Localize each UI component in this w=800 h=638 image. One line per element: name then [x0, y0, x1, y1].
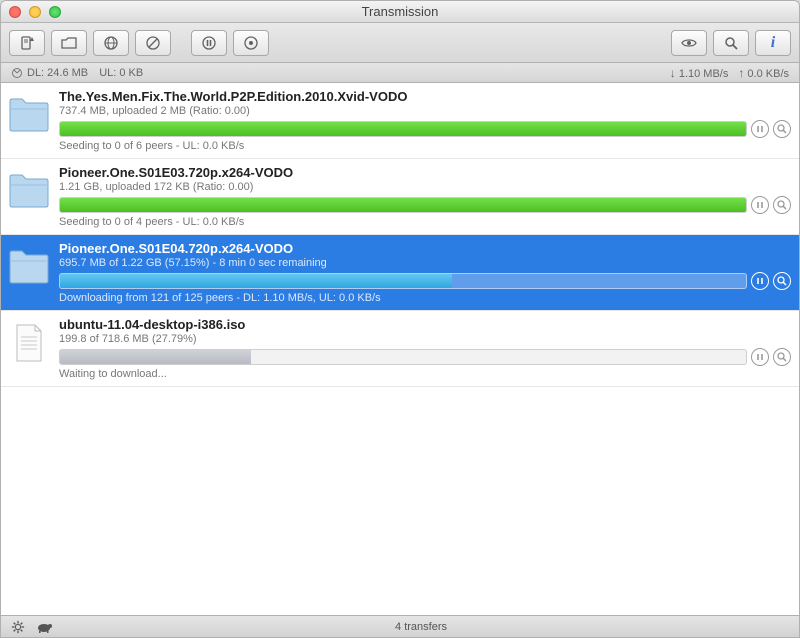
pause-resume-button[interactable]	[751, 120, 769, 138]
create-torrent-button[interactable]	[9, 30, 45, 56]
global-ul-rate: 0.0 KB/s	[747, 68, 789, 80]
remove-button[interactable]	[135, 30, 171, 56]
resume-all-button[interactable]	[233, 30, 269, 56]
transfer-status: Seeding to 0 of 4 peers - UL: 0.0 KB/s	[59, 216, 791, 228]
traffic-lights	[9, 6, 61, 18]
inspector-button[interactable]: i	[755, 30, 791, 56]
transfer-status: Seeding to 0 of 6 peers - UL: 0.0 KB/s	[59, 140, 791, 152]
open-web-button[interactable]	[93, 30, 129, 56]
bottom-bar: 4 transfers	[1, 615, 799, 637]
pause-all-button[interactable]	[191, 30, 227, 56]
transfer-name: ubuntu-11.04-desktop-i386.iso	[59, 317, 791, 332]
folder-icon	[7, 169, 51, 213]
minimize-window-button[interactable]	[29, 6, 41, 18]
transfer-row[interactable]: The.Yes.Men.Fix.The.World.P2P.Edition.20…	[1, 83, 799, 159]
toolbar: i	[1, 23, 799, 63]
ratio-ul-label: UL: 0 KB	[99, 67, 143, 79]
close-window-button[interactable]	[9, 6, 21, 18]
transfer-meta: 737.4 MB, uploaded 2 MB (Ratio: 0.00)	[59, 105, 791, 117]
pause-resume-button[interactable]	[751, 272, 769, 290]
window-title: Transmission	[1, 4, 799, 19]
transfer-row[interactable]: Pioneer.One.S01E03.720p.x264-VODO1.21 GB…	[1, 159, 799, 235]
download-arrow-icon: ↓	[670, 66, 676, 80]
transfer-row[interactable]: Pioneer.One.S01E04.720p.x264-VODO695.7 M…	[1, 235, 799, 311]
reveal-button[interactable]	[773, 272, 791, 290]
quicklook-button[interactable]	[671, 30, 707, 56]
progress-bar	[59, 197, 747, 213]
transfer-row[interactable]: ubuntu-11.04-desktop-i386.iso199.8 of 71…	[1, 311, 799, 387]
transfer-status: Waiting to download...	[59, 368, 791, 380]
progress-bar	[59, 121, 747, 137]
transfer-name: Pioneer.One.S01E03.720p.x264-VODO	[59, 165, 791, 180]
app-window: Transmission i DL: 24.6 MB UL: 0 KB ↓ 1.…	[0, 0, 800, 638]
ratio-icon	[11, 67, 23, 79]
progress-bar	[59, 273, 747, 289]
settings-gear-icon[interactable]	[11, 620, 25, 634]
pause-resume-button[interactable]	[751, 196, 769, 214]
transfer-meta: 199.8 of 718.6 MB (27.79%)	[59, 333, 791, 345]
transfer-meta: 1.21 GB, uploaded 172 KB (Ratio: 0.00)	[59, 181, 791, 193]
transfer-count-label: 4 transfers	[53, 621, 789, 633]
global-dl-rate: 1.10 MB/s	[679, 68, 729, 80]
transfer-status: Downloading from 121 of 125 peers - DL: …	[59, 292, 791, 304]
transfer-meta: 695.7 MB of 1.22 GB (57.15%) - 8 min 0 s…	[59, 257, 791, 269]
open-torrent-button[interactable]	[51, 30, 87, 56]
folder-icon	[7, 245, 51, 289]
transfer-name: The.Yes.Men.Fix.The.World.P2P.Edition.20…	[59, 89, 791, 104]
reveal-button[interactable]	[773, 196, 791, 214]
zoom-window-button[interactable]	[49, 6, 61, 18]
transfer-name: Pioneer.One.S01E04.720p.x264-VODO	[59, 241, 791, 256]
reveal-button[interactable]	[773, 348, 791, 366]
reveal-button[interactable]	[773, 120, 791, 138]
global-status-bar: DL: 24.6 MB UL: 0 KB ↓ 1.10 MB/s ↑ 0.0 K…	[1, 63, 799, 83]
transfer-list[interactable]: The.Yes.Men.Fix.The.World.P2P.Edition.20…	[1, 83, 799, 615]
progress-bar	[59, 349, 747, 365]
title-bar: Transmission	[1, 1, 799, 23]
ratio-dl-label: DL: 24.6 MB	[27, 67, 88, 79]
pause-resume-button[interactable]	[751, 348, 769, 366]
turtle-mode-icon[interactable]	[35, 621, 53, 633]
file-icon	[7, 321, 51, 365]
folder-icon	[7, 93, 51, 137]
upload-arrow-icon: ↑	[738, 66, 744, 80]
filter-button[interactable]	[713, 30, 749, 56]
